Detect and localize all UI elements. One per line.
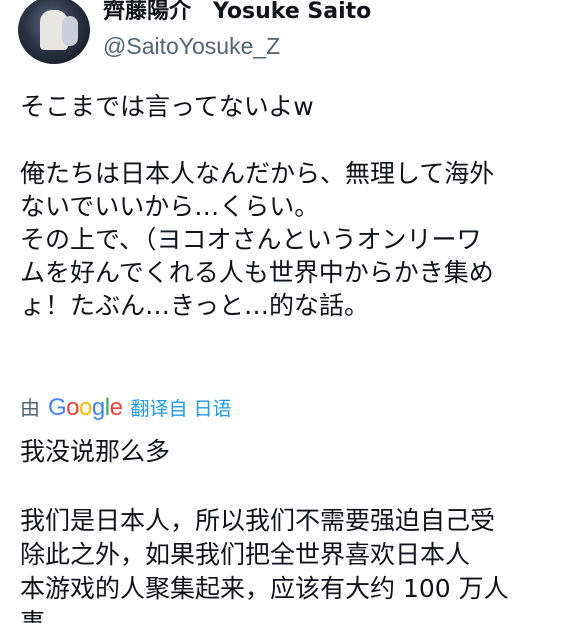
translated-by-label: 由 bbox=[20, 396, 40, 420]
original-line: 俺たちは日本人なんだから、無理して海外 bbox=[20, 159, 495, 188]
user-handle[interactable]: @SaitoYosuke_Z bbox=[103, 31, 371, 61]
avatar-figure-secondary bbox=[62, 16, 78, 46]
tweet-translated-text: 我没说那么多 我们是日本人，所以我们不需要强迫自己受 除此之外，如果我们把全世界… bbox=[20, 435, 509, 623]
original-line: その上で、（ヨコオさんというオンリーワ bbox=[20, 225, 482, 254]
tweet-original-text: そこまでは言ってないよw 俺たちは日本人なんだから、無理して海外 ないでいいから… bbox=[20, 90, 494, 322]
tweet: 齊藤陽介 Yosuke Saito @SaitoYosuke_Z そこまでは言っ… bbox=[0, 0, 579, 623]
avatar[interactable] bbox=[18, 0, 90, 64]
original-line: ょ！たぶん…きっと…的な話。 bbox=[20, 291, 370, 320]
display-name-jp[interactable]: 齊藤陽介 bbox=[103, 0, 191, 27]
translated-line: 除此之外，如果我们把全世界喜欢日本人 bbox=[20, 540, 471, 569]
translated-line: 我没说那么多 bbox=[20, 437, 171, 466]
display-name[interactable]: 齊藤陽介 Yosuke Saito bbox=[103, 0, 371, 27]
translated-line: 我们是日本人，所以我们不需要强迫自己受 bbox=[20, 506, 496, 535]
display-name-en[interactable]: Yosuke Saito bbox=[213, 0, 371, 27]
original-line: そこまでは言ってないよw bbox=[20, 92, 314, 121]
original-line: ムを好んでくれる人も世界中からかき集め bbox=[20, 258, 494, 287]
original-line: ないでいいから…くらい。 bbox=[20, 192, 320, 221]
google-logo: Google bbox=[48, 394, 123, 421]
translated-from-link[interactable]: 翻译自 日语 bbox=[130, 394, 231, 421]
translated-line: 本游戏的人聚集起来，应该有大约 100 万人 bbox=[20, 574, 509, 603]
tweet-header: 齊藤陽介 Yosuke Saito @SaitoYosuke_Z bbox=[103, 0, 371, 61]
translation-attribution: 由 Google 翻译自 日语 bbox=[20, 392, 232, 422]
translated-line: 事 bbox=[20, 608, 46, 623]
